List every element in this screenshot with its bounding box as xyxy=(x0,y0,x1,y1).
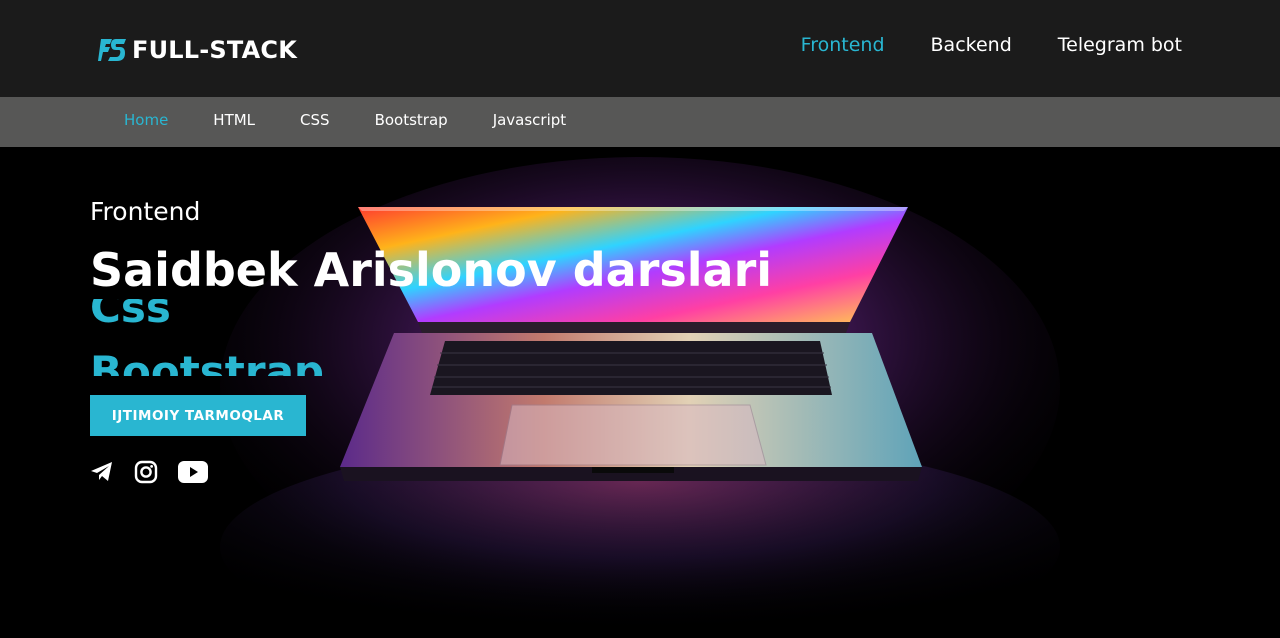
youtube-icon[interactable] xyxy=(178,461,208,487)
hero-section: Frontend Saidbek Arislonov darslari Css … xyxy=(0,147,1280,638)
sub-nav-bar: Home HTML CSS Bootstrap Javascript xyxy=(0,97,1280,147)
sub-nav: Home HTML CSS Bootstrap Javascript xyxy=(124,111,566,129)
rotating-word-css: Css xyxy=(90,299,171,332)
social-networks-button[interactable]: IJTIMOIY TARMOQLAR xyxy=(90,395,306,436)
nav-telegram-bot[interactable]: Telegram bot xyxy=(1058,34,1182,56)
hero-eyebrow: Frontend xyxy=(90,197,201,226)
logo-text: FULL-STACK xyxy=(132,36,298,64)
rotating-word-bootstrap: Bootstrap xyxy=(90,347,324,376)
telegram-icon[interactable] xyxy=(90,461,114,487)
top-header: FULL-STACK Frontend Backend Telegram bot xyxy=(0,0,1280,97)
subnav-home[interactable]: Home xyxy=(124,111,168,129)
subnav-css[interactable]: CSS xyxy=(300,111,330,129)
subnav-javascript[interactable]: Javascript xyxy=(493,111,566,129)
nav-frontend[interactable]: Frontend xyxy=(801,34,885,56)
hero-title: Saidbek Arislonov darslari xyxy=(90,243,773,297)
main-nav: Frontend Backend Telegram bot xyxy=(801,34,1182,56)
social-icons xyxy=(90,460,208,488)
logo-mark-icon xyxy=(98,39,126,61)
nav-backend[interactable]: Backend xyxy=(931,34,1012,56)
subnav-html[interactable]: HTML xyxy=(213,111,255,129)
subnav-bootstrap[interactable]: Bootstrap xyxy=(375,111,448,129)
instagram-icon[interactable] xyxy=(134,460,158,488)
site-logo[interactable]: FULL-STACK xyxy=(98,32,297,68)
rotating-text: Css Bootstrap xyxy=(90,299,390,376)
